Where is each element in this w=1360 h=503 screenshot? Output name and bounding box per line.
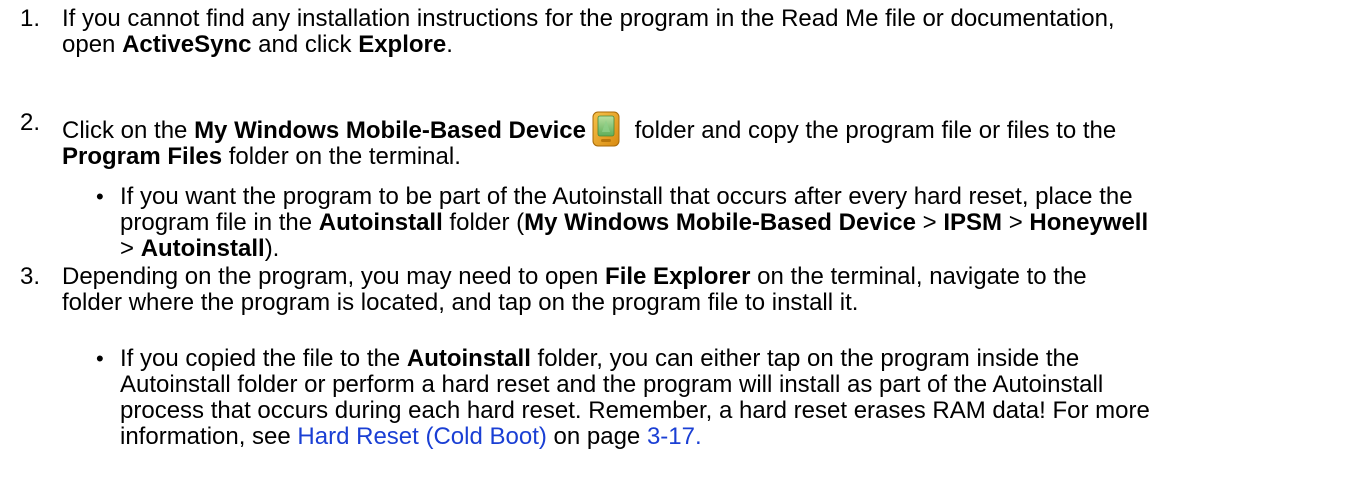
bullet-text-line: > Autoinstall). [120,235,280,262]
bullet-text-line: Autoinstall folder or perform a hard res… [120,371,1104,398]
file-explorer-term: File Explorer [605,263,751,290]
step-number: 1. [20,5,41,32]
step-text-line: open ActiveSync and click Explore. [62,31,453,58]
hard-reset-link[interactable]: Hard Reset (Cold Boot) [297,423,546,450]
device-term: My Windows Mobile-Based Device [194,117,586,144]
bullet-marker: • [96,184,104,209]
bullet-text-line: process that occurs during each hard res… [120,397,1150,424]
step-number: 2. [20,109,41,136]
activesync-term: ActiveSync [122,31,252,58]
step-text-line: folder where the program is located, and… [62,289,859,316]
step-number: 3. [20,263,41,290]
mobile-device-icon [590,110,622,148]
bullet-marker: • [96,346,104,371]
step-text-line: If you cannot find any installation inst… [62,5,1115,32]
bullet-text-line: information, see Hard Reset (Cold Boot) … [120,423,702,450]
program-files-term: Program Files [62,143,223,170]
bullet-text-line: program file in the Autoinstall folder (… [120,209,1149,236]
bullet-text-line: If you want the program to be part of th… [120,183,1133,210]
bullet-text-line: If you copied the file to the Autoinstal… [120,345,1080,372]
explore-term: Explore [358,31,447,58]
page-ref-link[interactable]: 3-17. [647,423,702,450]
step-text-line: Depending on the program, you may need t… [62,263,1087,290]
